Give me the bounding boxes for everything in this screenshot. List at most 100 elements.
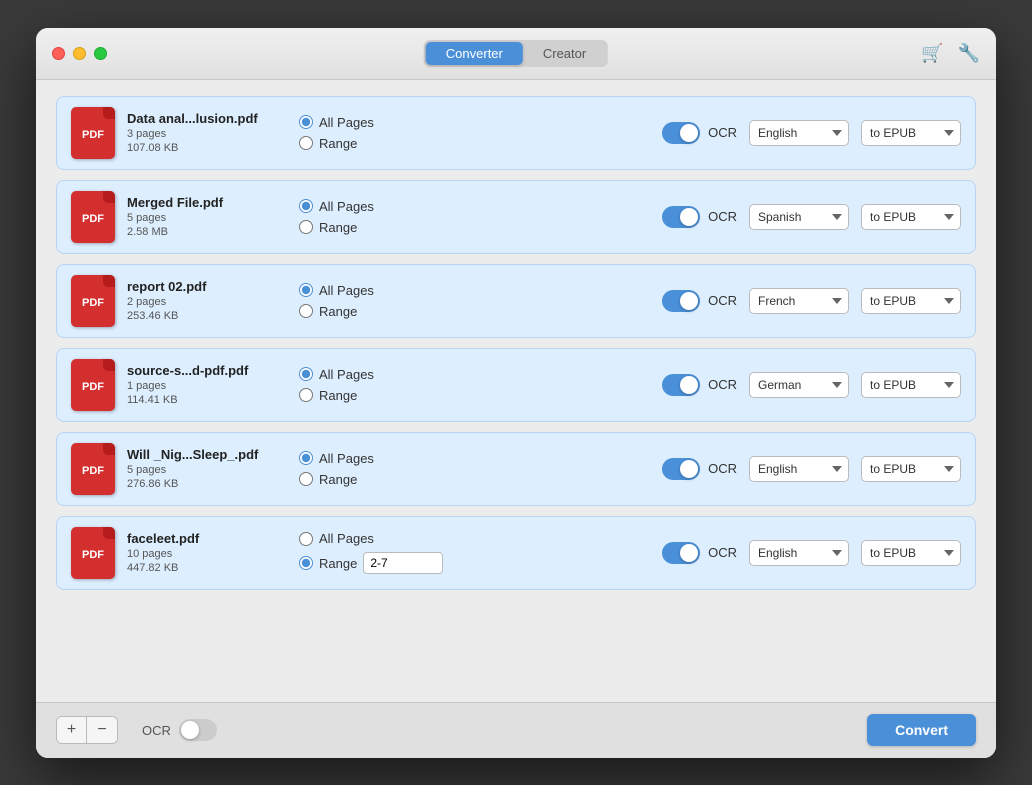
page-option-group: All Pages Range: [299, 199, 429, 235]
convert-button[interactable]: Convert: [867, 714, 976, 746]
ocr-toggle[interactable]: [662, 374, 700, 396]
ocr-label: OCR: [708, 125, 737, 140]
all-pages-radio[interactable]: [299, 115, 313, 129]
titlebar-right: 🛒 🔧: [921, 43, 980, 64]
all-pages-option[interactable]: All Pages: [299, 531, 443, 546]
pdf-icon: PDF: [71, 275, 115, 327]
language-select[interactable]: EnglishSpanishFrenchGermanItalianPortugu…: [749, 456, 849, 482]
all-pages-radio[interactable]: [299, 367, 313, 381]
pdf-icon: PDF: [71, 443, 115, 495]
file-name: source-s...d-pdf.pdf: [127, 363, 282, 378]
format-select[interactable]: to EPUBto DOCXto HTMLto TXTto RTF: [861, 540, 961, 566]
file-pages: 10 pages: [127, 548, 287, 560]
file-pages: 1 pages: [127, 380, 287, 392]
minimize-button[interactable]: [73, 47, 86, 60]
range-option[interactable]: Range: [299, 304, 429, 319]
file-info: source-s...d-pdf.pdf 1 pages 114.41 KB: [127, 363, 287, 406]
remove-button[interactable]: −: [87, 717, 117, 743]
all-pages-option[interactable]: All Pages: [299, 283, 429, 298]
ocr-toggle[interactable]: [662, 290, 700, 312]
language-select[interactable]: EnglishSpanishFrenchGermanItalianPortugu…: [749, 372, 849, 398]
file-row: PDF source-s...d-pdf.pdf 1 pages 114.41 KB A…: [56, 348, 976, 422]
pdf-icon: PDF: [71, 527, 115, 579]
ocr-label: OCR: [708, 461, 737, 476]
range-radio[interactable]: [299, 304, 313, 318]
maximize-button[interactable]: [94, 47, 107, 60]
language-select[interactable]: EnglishSpanishFrenchGermanItalianPortugu…: [749, 288, 849, 314]
file-row: PDFMerged File.pdf5 pages2.58 MBAll Page…: [56, 180, 976, 254]
all-pages-radio[interactable]: [299, 532, 313, 546]
file-size: 114.41 KB: [127, 394, 287, 406]
file-pages: 5 pages: [127, 212, 287, 224]
tab-creator[interactable]: Creator: [523, 42, 606, 65]
range-option[interactable]: Range: [299, 472, 429, 487]
ocr-toggle[interactable]: [662, 542, 700, 564]
format-select[interactable]: to EPUBto DOCXto HTMLto TXTto RTF: [861, 372, 961, 398]
pdf-icon: PDF: [71, 359, 115, 411]
ocr-label: OCR: [708, 209, 737, 224]
range-radio[interactable]: [299, 556, 313, 570]
page-option-group: All Pages Range: [299, 451, 429, 487]
range-radio[interactable]: [299, 388, 313, 402]
all-pages-radio[interactable]: [299, 451, 313, 465]
file-row: PDFreport 02.pdf2 pages253.46 KBAll Page…: [56, 264, 976, 338]
file-pages: 5 pages: [127, 464, 287, 476]
cart-icon[interactable]: 🛒: [921, 43, 943, 64]
toggle-thumb: [680, 208, 698, 226]
pdf-label: PDF: [82, 213, 104, 225]
range-option[interactable]: Range: [299, 388, 429, 403]
footer: + − OCR Convert: [36, 702, 996, 758]
toggle-thumb: [680, 292, 698, 310]
language-select[interactable]: EnglishSpanishFrenchGermanItalianPortugu…: [749, 204, 849, 230]
range-radio[interactable]: [299, 472, 313, 486]
language-select[interactable]: EnglishSpanishFrenchGermanItalianPortugu…: [749, 540, 849, 566]
pdf-icon: PDF: [71, 191, 115, 243]
range-option[interactable]: Range: [299, 220, 429, 235]
all-pages-option[interactable]: All Pages: [299, 367, 429, 382]
pdf-label: PDF: [82, 549, 104, 561]
range-input[interactable]: [363, 552, 443, 574]
file-name: report 02.pdf: [127, 279, 282, 294]
all-pages-option[interactable]: All Pages: [299, 115, 429, 130]
close-button[interactable]: [52, 47, 65, 60]
ocr-toggle[interactable]: [662, 458, 700, 480]
file-row: PDFfaceleet.pdf10 pages447.82 KBAll Page…: [56, 516, 976, 590]
format-select[interactable]: to EPUBto DOCXto HTMLto TXTto RTF: [861, 120, 961, 146]
all-pages-radio[interactable]: [299, 199, 313, 213]
traffic-lights: [52, 47, 107, 60]
footer-toggle-thumb: [181, 721, 199, 739]
ocr-label: OCR: [708, 293, 737, 308]
file-info: Merged File.pdf5 pages2.58 MB: [127, 195, 287, 238]
file-name: Merged File.pdf: [127, 195, 282, 210]
format-select[interactable]: to EPUBto DOCXto HTMLto TXTto RTF: [861, 288, 961, 314]
range-option[interactable]: Range: [299, 136, 429, 151]
tab-converter[interactable]: Converter: [426, 42, 523, 65]
ocr-section: OCR: [662, 374, 737, 396]
format-select[interactable]: to EPUBto DOCXto HTMLto TXTto RTF: [861, 456, 961, 482]
toggle-thumb: [680, 544, 698, 562]
all-pages-option[interactable]: All Pages: [299, 199, 429, 214]
ocr-toggle[interactable]: [662, 122, 700, 144]
file-name: faceleet.pdf: [127, 531, 282, 546]
ocr-section: OCR: [662, 458, 737, 480]
add-button[interactable]: +: [57, 717, 87, 743]
wrench-icon[interactable]: 🔧: [958, 43, 980, 64]
toggle-thumb: [680, 376, 698, 394]
titlebar: Converter Creator 🛒 🔧: [36, 28, 996, 80]
range-radio[interactable]: [299, 136, 313, 150]
range-radio[interactable]: [299, 220, 313, 234]
ocr-toggle[interactable]: [662, 206, 700, 228]
language-select[interactable]: EnglishSpanishFrenchGermanItalianPortugu…: [749, 120, 849, 146]
ocr-section: OCR: [662, 122, 737, 144]
footer-left: + − OCR: [56, 716, 217, 744]
pdf-label: PDF: [82, 297, 104, 309]
file-name: Data anal...lusion.pdf: [127, 111, 282, 126]
range-option[interactable]: Range: [299, 552, 443, 574]
format-select[interactable]: to EPUBto DOCXto HTMLto TXTto RTF: [861, 204, 961, 230]
all-pages-option[interactable]: All Pages: [299, 451, 429, 466]
file-pages: 3 pages: [127, 128, 287, 140]
file-list: PDFData anal...lusion.pdf3 pages107.08 K…: [36, 80, 996, 702]
footer-ocr-toggle[interactable]: [179, 719, 217, 741]
all-pages-radio[interactable]: [299, 283, 313, 297]
file-row: PDFData anal...lusion.pdf3 pages107.08 K…: [56, 96, 976, 170]
